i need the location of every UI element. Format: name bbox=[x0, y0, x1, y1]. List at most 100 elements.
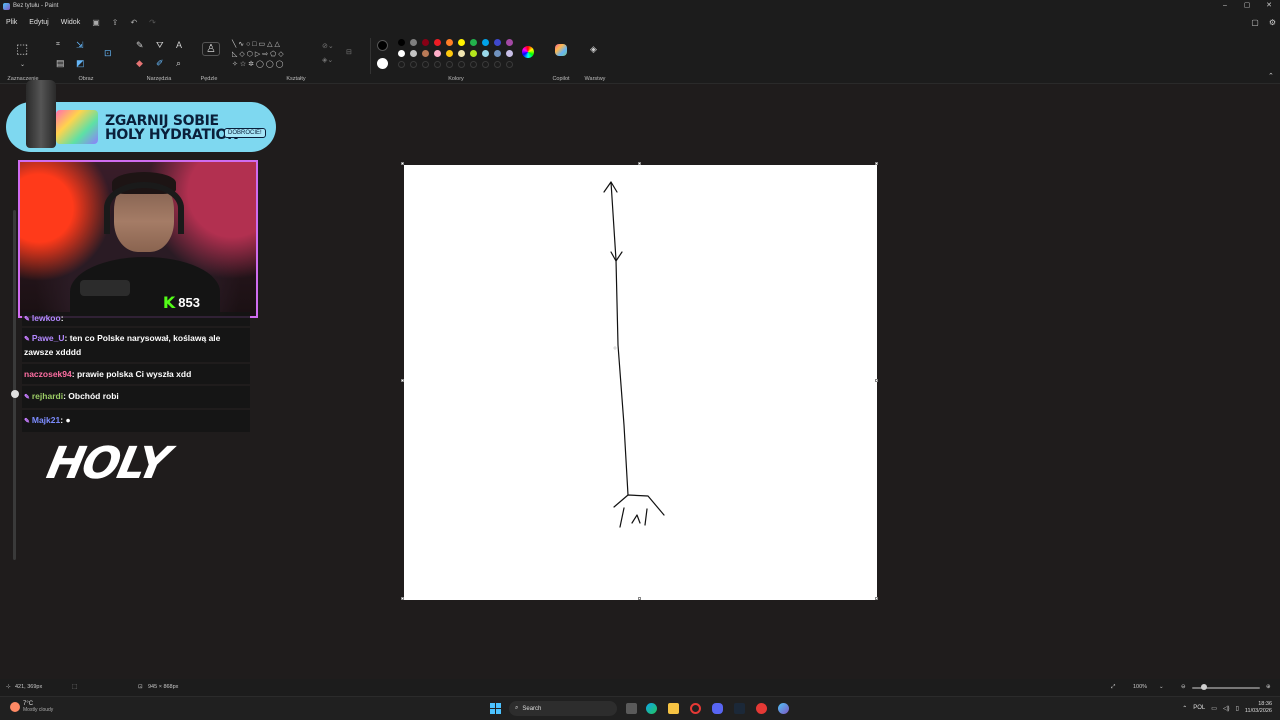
resize-handle[interactable] bbox=[875, 597, 878, 600]
undo-icon[interactable]: ↶ bbox=[124, 18, 143, 27]
color-swatch[interactable] bbox=[446, 39, 453, 46]
color-swatch[interactable] bbox=[434, 50, 441, 57]
color-picker-icon[interactable]: ✐ bbox=[156, 58, 164, 68]
edit-colors-icon[interactable] bbox=[522, 46, 534, 58]
battery-icon[interactable]: ▯ bbox=[1236, 705, 1239, 712]
tray-overflow-icon[interactable]: ⌃ bbox=[1182, 705, 1187, 712]
zoom-dropdown-icon[interactable]: ⌄ bbox=[1159, 684, 1164, 690]
eraser-icon[interactable]: ◆ bbox=[136, 58, 143, 68]
shapes-gallery[interactable]: ╲∿○□▭△△ ◺◇⬡▷⇨⬠◇ ✧☆✲◯◯◯ bbox=[232, 40, 310, 72]
custom-color-slot[interactable] bbox=[398, 61, 405, 68]
shape-outline-icon[interactable]: ⊘⌄ bbox=[322, 42, 334, 52]
custom-color-slot[interactable] bbox=[482, 61, 489, 68]
recorder-icon[interactable] bbox=[756, 703, 767, 714]
save-icon[interactable]: ▣ bbox=[86, 18, 106, 27]
custom-color-slot[interactable] bbox=[434, 61, 441, 68]
custom-color-slot[interactable] bbox=[470, 61, 477, 68]
brush-icon[interactable]: ♙ bbox=[202, 42, 220, 56]
color-swatch[interactable] bbox=[398, 39, 405, 46]
custom-color-slot[interactable] bbox=[494, 61, 501, 68]
fit-to-window-icon[interactable]: ⤢ bbox=[1111, 684, 1115, 691]
layers-icon[interactable]: ◈ bbox=[590, 44, 597, 54]
crop-icon[interactable]: ⌗ bbox=[56, 40, 60, 50]
color-swatch[interactable] bbox=[434, 39, 441, 46]
resize-handle[interactable] bbox=[638, 162, 641, 165]
fill-icon[interactable]: ⛛ bbox=[156, 40, 164, 50]
settings-icon[interactable]: ⚙ bbox=[1269, 18, 1276, 27]
color-swatch[interactable] bbox=[482, 39, 489, 46]
resize-icon[interactable]: ⇲ bbox=[76, 40, 84, 50]
color-swatch[interactable] bbox=[494, 39, 501, 46]
resize-handle[interactable] bbox=[401, 597, 404, 600]
menu-edit[interactable]: Edytuj bbox=[23, 19, 54, 26]
select-dropdown-icon[interactable]: ⌄ bbox=[20, 60, 25, 70]
shape-fill-icon[interactable]: ◈⌄ bbox=[322, 56, 333, 66]
chat-badge-icon: ✎ bbox=[24, 316, 30, 323]
resize-handle[interactable] bbox=[401, 379, 404, 382]
primary-color-swatch[interactable] bbox=[377, 40, 388, 51]
secondary-color-swatch[interactable] bbox=[377, 58, 388, 69]
opera-icon[interactable] bbox=[690, 703, 701, 714]
color-swatch[interactable] bbox=[398, 50, 405, 57]
steam-icon[interactable] bbox=[734, 703, 745, 714]
feedback-icon[interactable]: ▢ bbox=[1251, 18, 1259, 27]
weather-widget[interactable]: 7°C Mostly cloudy bbox=[10, 701, 53, 713]
color-swatch[interactable] bbox=[422, 50, 429, 57]
resize-handle[interactable] bbox=[875, 379, 878, 382]
resize-handle[interactable] bbox=[875, 162, 878, 165]
close-button[interactable]: ✕ bbox=[1258, 0, 1280, 12]
magnifier-icon[interactable]: ⌕ bbox=[176, 58, 181, 68]
rotate-icon[interactable]: ▤ bbox=[56, 58, 65, 68]
custom-color-slot[interactable] bbox=[506, 61, 513, 68]
language-indicator[interactable]: POL bbox=[1193, 705, 1205, 711]
color-swatch[interactable] bbox=[494, 50, 501, 57]
zoom-in-icon[interactable]: ⊕ bbox=[1266, 684, 1271, 690]
pencil-icon[interactable]: ✎ bbox=[136, 40, 144, 50]
task-view-icon[interactable] bbox=[626, 703, 637, 714]
color-swatch[interactable] bbox=[446, 50, 453, 57]
network-icon[interactable]: ▭ bbox=[1211, 705, 1217, 712]
redo-icon[interactable]: ↷ bbox=[143, 18, 162, 27]
color-swatch[interactable] bbox=[470, 39, 477, 46]
color-swatch[interactable] bbox=[506, 50, 513, 57]
zoom-out-icon[interactable]: ⊖ bbox=[1181, 684, 1186, 690]
color-swatch[interactable] bbox=[482, 50, 489, 57]
start-button[interactable] bbox=[490, 703, 501, 714]
minimize-button[interactable]: – bbox=[1214, 0, 1236, 12]
color-swatch[interactable] bbox=[422, 39, 429, 46]
menu-file[interactable]: Plik bbox=[0, 19, 23, 26]
maximize-button[interactable]: ▢ bbox=[1236, 0, 1258, 12]
color-swatch[interactable] bbox=[410, 39, 417, 46]
color-swatch[interactable] bbox=[458, 50, 465, 57]
menu-view[interactable]: Widok bbox=[55, 19, 86, 26]
drawing-canvas[interactable] bbox=[404, 165, 877, 600]
shape-size-icon[interactable]: ⊟ bbox=[346, 48, 352, 58]
paint-taskbar-icon[interactable] bbox=[778, 703, 789, 714]
custom-color-slot[interactable] bbox=[458, 61, 465, 68]
zoom-level-select[interactable]: 100% bbox=[1133, 684, 1147, 690]
flip-icon[interactable]: ◩ bbox=[76, 58, 85, 68]
volume-icon[interactable]: ◁) bbox=[1223, 705, 1230, 712]
zoom-slider-thumb[interactable] bbox=[1201, 684, 1207, 690]
discord-icon[interactable] bbox=[712, 703, 723, 714]
text-icon[interactable]: A bbox=[176, 40, 182, 50]
share-icon[interactable]: ⇪ bbox=[106, 18, 125, 27]
copilot-icon[interactable] bbox=[555, 44, 567, 56]
search-icon: ⌕ bbox=[515, 705, 519, 711]
image-select-icon[interactable]: ⊡ bbox=[104, 48, 112, 58]
color-swatch[interactable] bbox=[506, 39, 513, 46]
collapse-ribbon-icon[interactable]: ⌃ bbox=[1268, 72, 1274, 82]
custom-color-slot[interactable] bbox=[410, 61, 417, 68]
resize-handle[interactable] bbox=[401, 162, 404, 165]
file-explorer-icon[interactable] bbox=[668, 703, 679, 714]
color-swatch[interactable] bbox=[458, 39, 465, 46]
edge-icon[interactable] bbox=[646, 703, 657, 714]
color-swatch[interactable] bbox=[410, 50, 417, 57]
clock[interactable]: 18:36 11/03/2026 bbox=[1245, 701, 1272, 715]
select-icon[interactable]: ⬚ bbox=[16, 42, 28, 55]
taskbar-search[interactable]: ⌕ Search bbox=[509, 701, 617, 716]
resize-handle[interactable] bbox=[638, 597, 641, 600]
color-swatch[interactable] bbox=[470, 50, 477, 57]
custom-color-slot[interactable] bbox=[446, 61, 453, 68]
custom-color-slot[interactable] bbox=[422, 61, 429, 68]
